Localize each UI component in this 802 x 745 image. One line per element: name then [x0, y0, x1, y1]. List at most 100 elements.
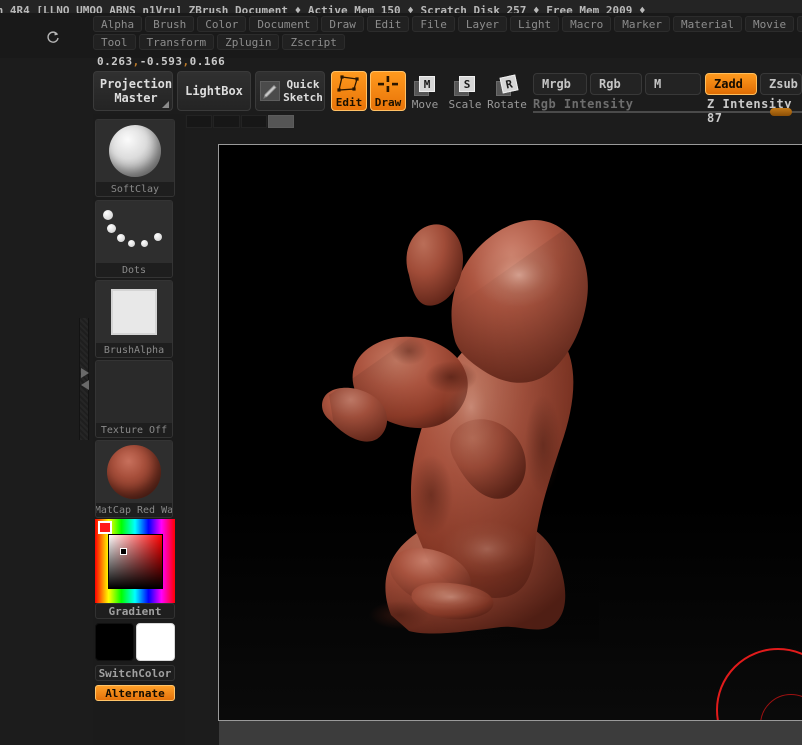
coord-x: 0.263 [97, 55, 133, 68]
window-title: sh 4R4 [LLNQ UMQQ ABNS n1Vru] ZBrush Doc… [0, 4, 646, 13]
sidebar-item-alpha[interactable]: BrushAlpha [95, 280, 173, 358]
switch-color-label: SwitchColor [98, 666, 172, 680]
rotate-key-letter: R [499, 74, 519, 94]
move-label: Move [411, 98, 439, 111]
menu-item-layer[interactable]: Layer [457, 16, 507, 32]
scale-label: Scale [448, 98, 482, 111]
rotate-label: Rotate [487, 98, 527, 111]
color-picker[interactable] [95, 519, 175, 603]
intensity-slider-knob[interactable] [770, 108, 792, 116]
texture-label: Texture Off [96, 423, 172, 437]
segment-button[interactable] [213, 115, 240, 128]
move-key-icon: M [414, 76, 436, 97]
zbrush-document-canvas[interactable] [218, 144, 802, 721]
draw-mode-button[interactable]: Draw [370, 71, 406, 111]
stroke-thumbnail [96, 201, 172, 263]
menu-item-tool[interactable]: Tool [93, 34, 136, 50]
gradient-button[interactable]: Gradient [95, 603, 175, 619]
channel-zsub-button[interactable]: Zsub [760, 73, 802, 95]
menu-item-document[interactable]: Document [249, 16, 319, 32]
transform-frame-icon [332, 72, 366, 96]
menu-item-transform[interactable]: Transform [138, 34, 215, 50]
saturation-value-field[interactable] [108, 534, 163, 589]
edit-label: Edit [335, 96, 363, 109]
coord-y: -0.593 [139, 55, 183, 68]
menu-item-brush[interactable]: Brush [145, 16, 195, 32]
sidebar-item-texture[interactable]: Texture Off [95, 360, 173, 438]
quick-sketch-label-2: Sketch [283, 91, 323, 104]
quick-sketch-label-1: Quick [286, 78, 320, 91]
menu-item-macro[interactable]: Macro [562, 16, 612, 32]
texture-thumbnail [96, 361, 172, 423]
material-thumbnail [96, 441, 172, 503]
color-cursor-icon[interactable] [120, 548, 127, 555]
segment-button[interactable] [186, 115, 213, 128]
window-titlebar: sh 4R4 [LLNQ UMQQ ABNS n1Vru] ZBrush Doc… [0, 0, 802, 13]
channel-rgb-button[interactable]: Rgb [590, 73, 642, 95]
menu-item-material[interactable]: Material [672, 16, 742, 32]
rgb-intensity-label[interactable]: Rgb Intensity [533, 97, 633, 111]
menu-item-alpha[interactable]: Alpha [93, 16, 143, 32]
canvas-surround [185, 141, 802, 745]
channel-zadd-button[interactable]: Zadd [705, 73, 757, 95]
dots-pattern-icon [96, 201, 172, 263]
scale-key-icon: S [454, 76, 476, 97]
segment-button-active[interactable] [267, 115, 294, 128]
channel-mrgb-button[interactable]: Mrgb [533, 73, 587, 95]
menu-item-picker[interactable]: Picker [797, 16, 802, 32]
switch-color-button[interactable]: SwitchColor [95, 665, 175, 681]
secondary-swatch[interactable] [136, 623, 175, 661]
clay-sphere-icon [109, 125, 161, 177]
scale-button[interactable]: S Scale [448, 71, 482, 111]
rotate-button[interactable]: R Rotate [487, 71, 527, 111]
refresh-icon[interactable] [45, 30, 61, 46]
crosshair-icon [371, 72, 405, 96]
scale-key-letter: S [459, 76, 475, 92]
primary-swatch[interactable] [95, 623, 134, 661]
coord-sep-2: , [182, 55, 190, 68]
edit-mode-button[interactable]: Edit [331, 71, 367, 111]
move-button[interactable]: M Move [409, 71, 441, 111]
sidebar-item-stroke[interactable]: Dots [95, 200, 173, 278]
clay-sculpture-figure[interactable] [219, 145, 802, 720]
menu-item-zplugin[interactable]: Zplugin [217, 34, 280, 50]
white-square-icon [111, 289, 157, 335]
rail-arrow-right-icon[interactable] [81, 380, 89, 390]
menu-item-file[interactable]: File [412, 16, 455, 32]
toolbar-segment-strip [186, 115, 294, 128]
lightbox-label: LightBox [185, 84, 243, 98]
menu-item-light[interactable]: Light [509, 16, 560, 32]
alternate-label: Alternate [105, 686, 165, 700]
channel-zsub-label: Zsub [769, 77, 798, 91]
menu-item-edit[interactable]: Edit [366, 16, 410, 32]
tray-resize-rail[interactable] [79, 318, 89, 440]
menu-item-color[interactable]: Color [197, 16, 247, 32]
projection-master-label-2: Master [114, 91, 158, 105]
pencil-icon [260, 81, 280, 101]
sidebar-item-material[interactable]: MatCap Red Wa [95, 440, 173, 518]
left-tool-sidebar: SoftClay Dots BrushAlpha Texture Off Mat… [93, 114, 185, 745]
coord-sep-1: , [132, 55, 140, 68]
channel-m-button[interactable]: M [645, 73, 701, 95]
rail-arrow-left-icon[interactable] [81, 368, 89, 378]
current-color-swatch[interactable] [98, 521, 112, 534]
intensity-slider-track[interactable] [533, 108, 802, 116]
menu-bar-area: Alpha Brush Color Document Draw Edit File Layer… [0, 13, 802, 58]
menu-item-zscript[interactable]: Zscript [282, 34, 345, 50]
projection-master-button[interactable]: Projection Master [93, 71, 173, 111]
quick-sketch-button[interactable]: Quick Sketch [255, 71, 325, 111]
channel-m-label: M [654, 77, 662, 91]
alpha-thumbnail [96, 281, 172, 343]
alternate-button[interactable]: Alternate [95, 685, 175, 701]
segment-button[interactable] [240, 115, 267, 128]
gradient-label: Gradient [108, 604, 162, 618]
sidebar-item-brush[interactable]: SoftClay [95, 119, 175, 197]
menu-item-movie[interactable]: Movie [744, 16, 795, 32]
matcap-sphere-icon [107, 445, 161, 499]
canvas-left-gutter [185, 141, 219, 745]
lightbox-button[interactable]: LightBox [177, 71, 251, 111]
menu-item-draw[interactable]: Draw [321, 16, 364, 32]
rotate-key-icon: R [496, 74, 519, 97]
color-swatch-pair [95, 623, 175, 661]
menu-item-marker[interactable]: Marker [614, 16, 670, 32]
